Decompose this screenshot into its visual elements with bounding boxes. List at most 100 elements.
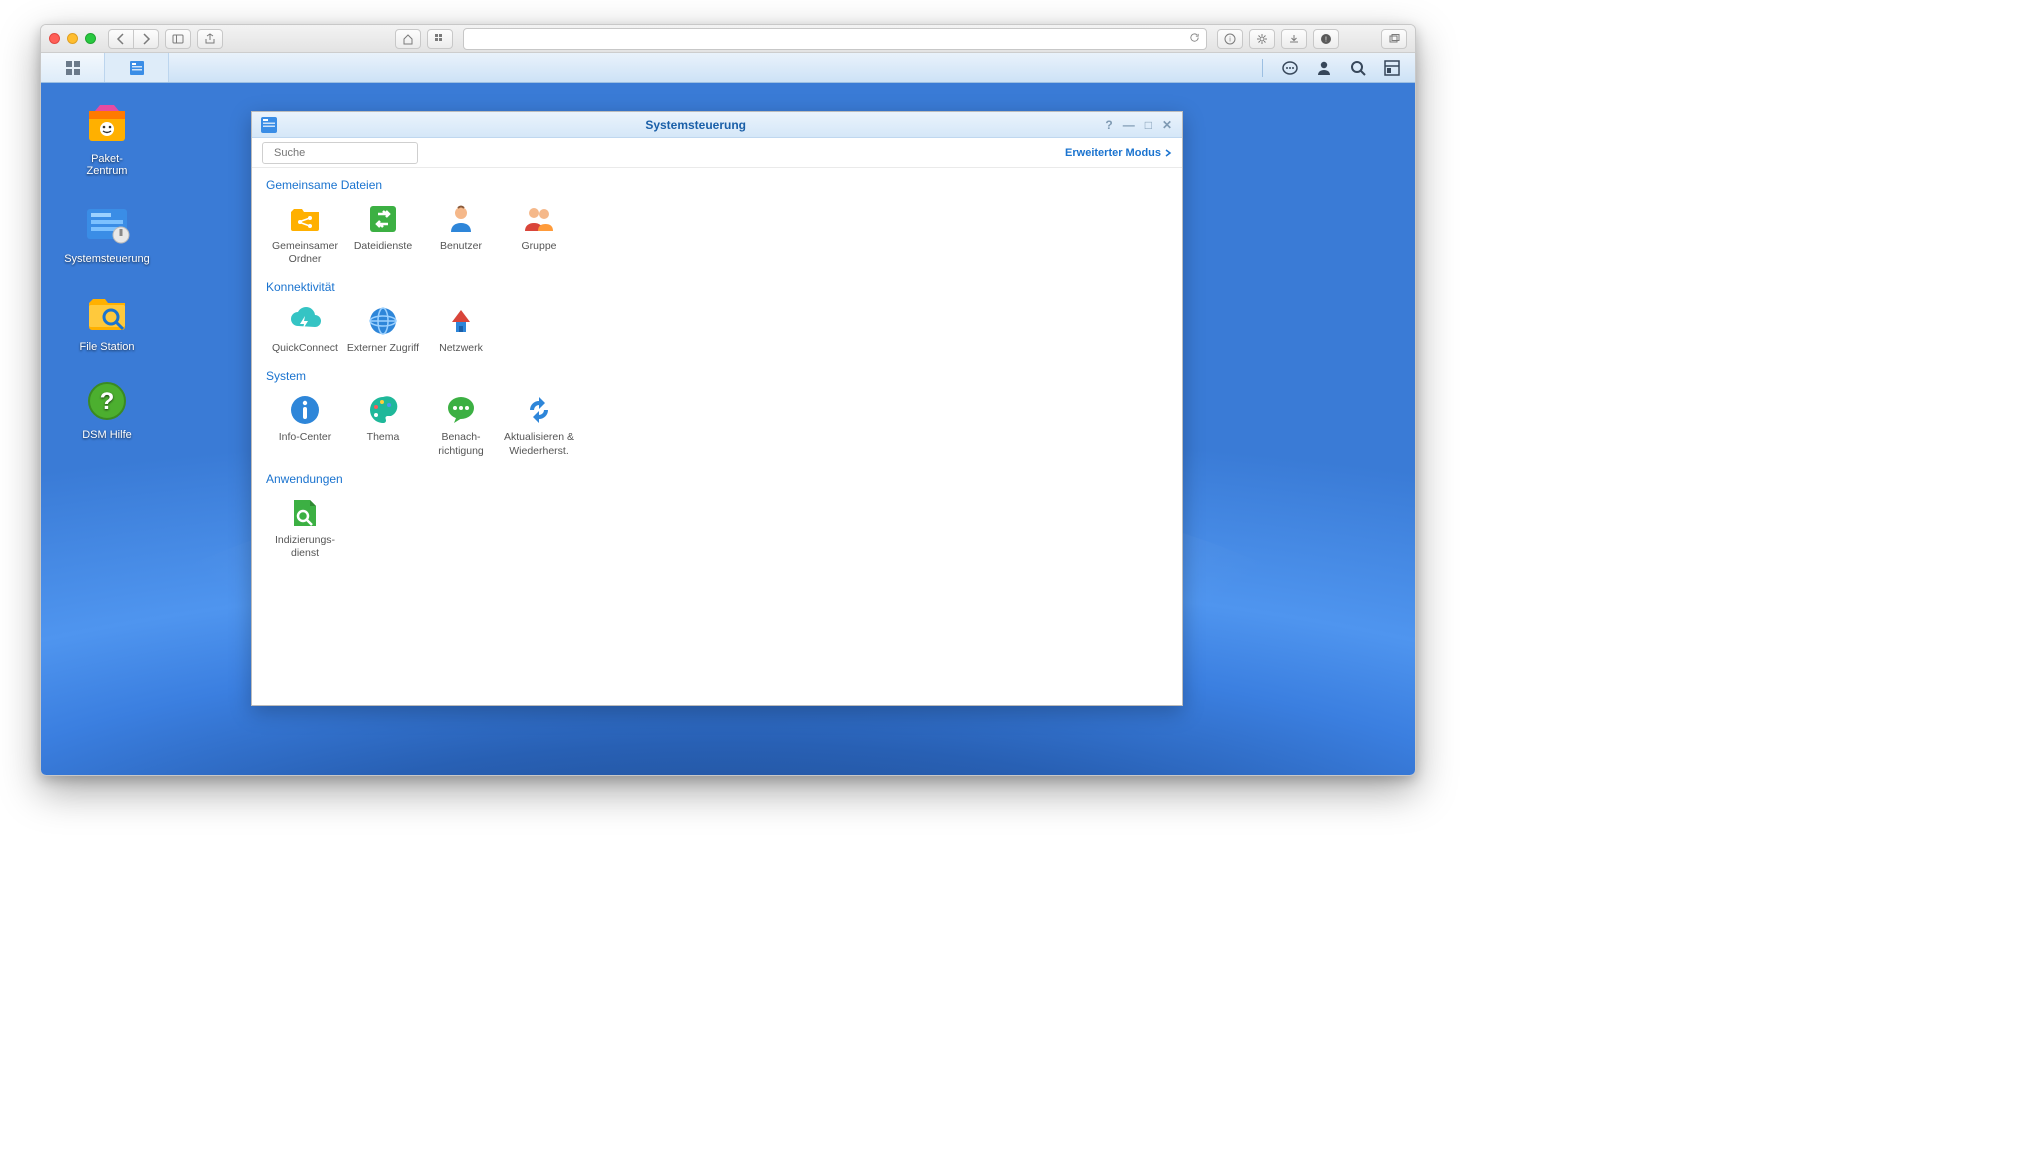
cp-item-notification[interactable]: Benach- richtigung [422, 389, 500, 465]
cp-help-button[interactable]: ? [1105, 118, 1112, 132]
browser-window: i ! + [40, 24, 1416, 776]
desktop-shortcuts: Paket- Zentrum Systemsteuerung File Stat… [61, 101, 153, 441]
forward-button[interactable] [134, 29, 159, 49]
package-center-icon [83, 101, 131, 149]
cp-section-title: Konnektivität [266, 280, 1168, 294]
dsm-tray [1260, 59, 1415, 77]
notifications-icon[interactable] [1281, 59, 1299, 77]
shortcut-label: Systemsteuerung [61, 253, 153, 265]
widgets-icon[interactable] [1383, 59, 1401, 77]
cp-title-icon [258, 114, 280, 136]
preferences-button[interactable] [1249, 29, 1275, 49]
shortcut-label: DSM Hilfe [61, 429, 153, 441]
file-station-icon [83, 289, 131, 337]
cp-section-shared-files: Gemeinsamer Ordner Dateidienste Benutzer [266, 198, 1168, 274]
close-window-button[interactable] [49, 33, 60, 44]
cp-item-label: Gruppe [500, 240, 578, 253]
share-button[interactable] [197, 29, 223, 49]
cp-item-label: Aktualisieren & Wiederherst. [500, 431, 578, 457]
cp-toolbar: Erweiterter Modus [252, 138, 1182, 168]
external-access-icon [366, 304, 400, 338]
cp-item-label: Benach- richtigung [422, 431, 500, 457]
cp-item-quickconnect[interactable]: QuickConnect [266, 300, 344, 363]
cp-item-label: Externer Zugriff [344, 342, 422, 355]
cp-item-user[interactable]: Benutzer [422, 198, 500, 274]
svg-text:i: i [1229, 36, 1231, 43]
svg-text:!: ! [1325, 36, 1327, 43]
cp-item-label: Netzwerk [422, 342, 500, 355]
control-panel-window: Systemsteuerung ? — □ ✕ Erweiterter Modu… [251, 111, 1183, 706]
window-traffic-lights [49, 33, 96, 44]
downloads-button[interactable] [1281, 29, 1307, 49]
notification-icon [444, 393, 478, 427]
toolbar-right: i ! [1217, 29, 1407, 49]
cp-item-external-access[interactable]: Externer Zugriff [344, 300, 422, 363]
cp-minimize-button[interactable]: — [1123, 118, 1135, 132]
back-button[interactable] [108, 29, 134, 49]
nav-back-forward [108, 29, 159, 49]
dsm-help-icon: ? [83, 377, 131, 425]
update-restore-icon [522, 393, 556, 427]
search-icon[interactable] [1349, 59, 1367, 77]
cp-search-box[interactable] [262, 142, 418, 164]
cp-item-info-center[interactable]: Info-Center [266, 389, 344, 465]
dsm-main-menu-tab[interactable] [41, 53, 105, 82]
cp-item-update-restore[interactable]: Aktualisieren & Wiederherst. [500, 389, 578, 465]
cp-body: Gemeinsame Dateien Gemeinsamer Ordner Da… [252, 168, 1182, 705]
cp-section-applications: Indizierungs- dienst [266, 492, 1168, 568]
cp-search-input[interactable] [274, 147, 416, 159]
dsm-control-panel-tab[interactable] [105, 53, 169, 82]
privacy-report-button[interactable]: i [1217, 29, 1243, 49]
cp-window-buttons: ? — □ ✕ [1105, 118, 1182, 132]
cp-item-file-services[interactable]: Dateidienste [344, 198, 422, 274]
cp-close-button[interactable]: ✕ [1162, 118, 1172, 132]
cp-item-group[interactable]: Gruppe [500, 198, 578, 274]
extension-button[interactable]: ! [1313, 29, 1339, 49]
cp-item-indexing[interactable]: Indizierungs- dienst [266, 492, 344, 568]
cp-item-shared-folder[interactable]: Gemeinsamer Ordner [266, 198, 344, 274]
zoom-window-button[interactable] [85, 33, 96, 44]
cp-section-title: Anwendungen [266, 472, 1168, 486]
home-button[interactable] [395, 29, 421, 49]
user-icon [444, 202, 478, 236]
shared-folder-icon [288, 202, 322, 236]
dsm-desktop[interactable]: Paket- Zentrum Systemsteuerung File Stat… [41, 83, 1415, 775]
svg-text:?: ? [100, 388, 115, 415]
sidebar-toggle-button[interactable] [165, 29, 191, 49]
tabs-button[interactable] [1381, 29, 1407, 49]
shortcut-control-panel[interactable]: Systemsteuerung [61, 201, 153, 265]
cp-title: Systemsteuerung [286, 118, 1105, 132]
cp-section-system: Info-Center Thema Benach- richtigung [266, 389, 1168, 465]
tray-divider [1262, 59, 1263, 77]
user-icon[interactable] [1315, 59, 1333, 77]
browser-toolbar: i ! [41, 25, 1415, 53]
control-panel-icon [83, 201, 131, 249]
url-bar[interactable] [463, 28, 1207, 50]
network-icon [444, 304, 478, 338]
cp-section-connectivity: QuickConnect Externer Zugriff Netzwerk [266, 300, 1168, 363]
cp-item-label: Benutzer [422, 240, 500, 253]
quickconnect-icon [288, 304, 322, 338]
minimize-window-button[interactable] [67, 33, 78, 44]
cp-maximize-button[interactable]: □ [1145, 118, 1152, 132]
dsm-topbar-left [41, 53, 169, 82]
cp-titlebar[interactable]: Systemsteuerung ? — □ ✕ [252, 112, 1182, 138]
cp-section-title: Gemeinsame Dateien [266, 178, 1168, 192]
theme-icon [366, 393, 400, 427]
cp-item-label: QuickConnect [266, 342, 344, 355]
cp-item-theme[interactable]: Thema [344, 389, 422, 465]
top-sites-button[interactable] [427, 29, 453, 49]
shortcut-dsm-help[interactable]: ? DSM Hilfe [61, 377, 153, 441]
cp-advanced-mode-link[interactable]: Erweiterter Modus [1065, 147, 1172, 159]
file-services-icon [366, 202, 400, 236]
shortcut-label: File Station [61, 341, 153, 353]
chevron-right-icon [1164, 149, 1172, 157]
cp-item-network[interactable]: Netzwerk [422, 300, 500, 363]
shortcut-file-station[interactable]: File Station [61, 289, 153, 353]
shortcut-label: Paket- Zentrum [61, 153, 153, 177]
cp-item-label: Dateidienste [344, 240, 422, 253]
shortcut-package-center[interactable]: Paket- Zentrum [61, 101, 153, 177]
reload-icon[interactable] [1189, 32, 1200, 46]
info-center-icon [288, 393, 322, 427]
cp-item-label: Info-Center [266, 431, 344, 444]
